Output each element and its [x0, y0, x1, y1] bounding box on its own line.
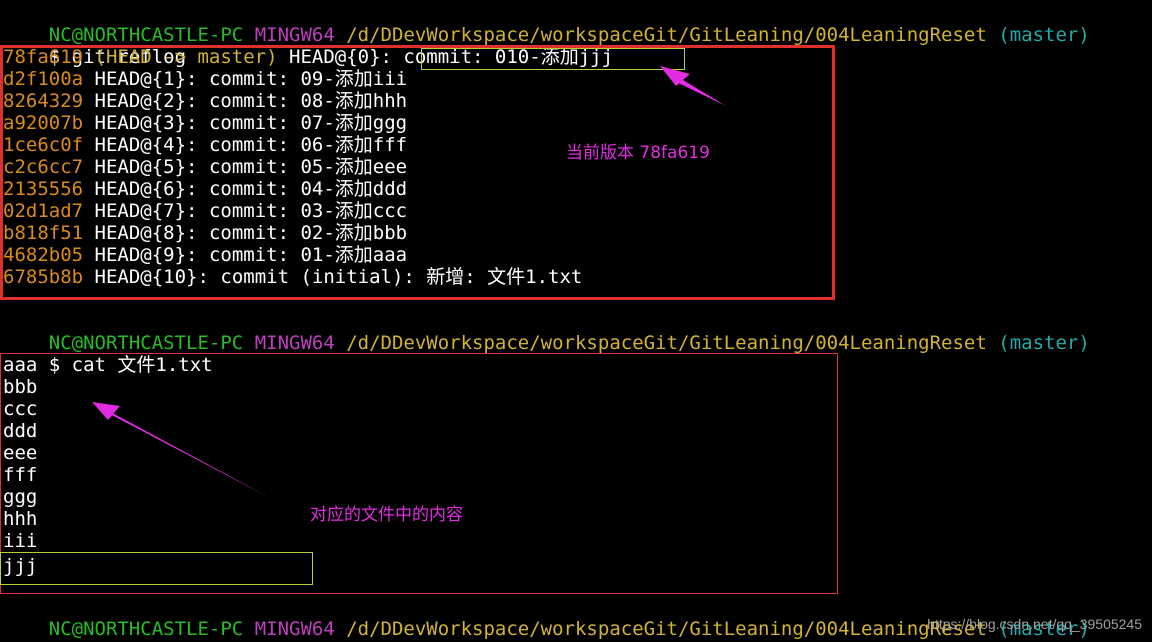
arrow-head-file-content [92, 402, 120, 420]
current-version-annotation: 当前版本 78fa619 [566, 143, 710, 163]
file-content-annotation: 对应的文件中的内容 [310, 505, 463, 525]
annotation-arrows [92, 66, 726, 500]
watermark-text: https://blog.csdn.net/qq_39505245 [927, 616, 1142, 632]
arrow-to-file-content [92, 402, 274, 500]
terminal-window[interactable]: NC@NORTHCASTLE-PC MINGW64 /d/DDevWorkspa… [0, 0, 1152, 642]
